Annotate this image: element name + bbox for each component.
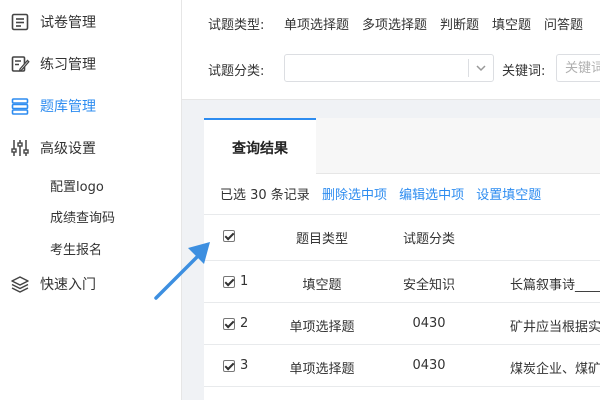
sidebar-item-label: 快速入门 (40, 277, 96, 293)
sliders-icon (11, 140, 29, 156)
sidebar-item-label: 练习管理 (40, 57, 96, 73)
type-option-essay[interactable]: 问答题 (544, 14, 583, 33)
edit-icon (11, 56, 30, 72)
question-category-label: 试题分类: (208, 64, 265, 79)
tab-query-results[interactable]: 查询结果 (204, 118, 316, 175)
database-icon (11, 98, 29, 115)
edit-selected-button[interactable]: 编辑选中项 (399, 188, 464, 203)
sidebar: 试卷管理 练习管理 题库管理 高级设置 配置logo 成绩查询码 考生报名 快速… (0, 0, 182, 400)
table-row-divider (204, 386, 600, 400)
table-row[interactable]: 2 单项选择题 0430 矿井应当根据实 (204, 302, 600, 344)
sidebar-item-label: 试卷管理 (40, 15, 96, 31)
row-index: 3 (240, 358, 249, 373)
row-category: 0430 (412, 358, 446, 373)
row-index: 1 (240, 274, 249, 289)
table-header-row: 题目类型 试题分类 (204, 214, 600, 256)
select-all-checkbox[interactable] (223, 230, 235, 242)
selected-count: 已选 30 条记录 (220, 188, 310, 203)
question-type-label: 试题类型: (208, 18, 265, 33)
row-type: 单项选择题 (289, 320, 355, 335)
sidebar-item-label: 题库管理 (40, 99, 96, 115)
sidebar-item-advanced-settings[interactable]: 高级设置 (0, 128, 182, 168)
sidebar-item-exam-management[interactable]: 试卷管理 (0, 2, 182, 42)
filter-panel: 试题类型: 单项选择题 多项选择题 判断题 填空题 问答题 试题分类: 关键词: (182, 0, 600, 100)
row-checkbox[interactable] (223, 360, 235, 372)
bulk-actions-bar: 已选 30 条记录 删除选中项 编辑选中项 设置填空题 (220, 184, 549, 204)
row-type: 单项选择题 (289, 362, 355, 377)
tab-bar: 查询结果 (204, 118, 600, 175)
layers-icon (11, 276, 29, 293)
row-type: 填空题 (302, 278, 342, 293)
sidebar-item-question-bank[interactable]: 题库管理 (0, 86, 182, 126)
type-option-single-choice[interactable]: 单项选择题 (284, 14, 349, 33)
table-row[interactable]: 1 填空题 安全知识 长篇叙事诗____ (204, 260, 600, 302)
column-header-category: 试题分类 (402, 232, 455, 247)
row-content: 矿井应当根据实 (510, 320, 600, 335)
select-divider (468, 59, 469, 77)
sidebar-subitem-score-query-code[interactable]: 成绩查询码 (50, 207, 115, 226)
sidebar-subitem-logo-config[interactable]: 配置logo (50, 176, 104, 195)
delete-selected-button[interactable]: 删除选中项 (322, 188, 387, 203)
type-option-true-false[interactable]: 判断题 (440, 14, 479, 33)
arrow-annotation-icon (154, 242, 210, 300)
results-card: 查询结果 已选 30 条记录 删除选中项 编辑选中项 设置填空题 题目类型 试题… (204, 118, 600, 400)
set-fill-blank-button[interactable]: 设置填空题 (476, 188, 541, 203)
keyword-label: 关键词: (502, 64, 546, 79)
row-content: 煤炭企业、煤矿 (510, 362, 600, 377)
row-checkbox[interactable] (223, 318, 235, 330)
sidebar-subitem-candidate-registration[interactable]: 考生报名 (50, 239, 102, 258)
row-category: 0430 (412, 316, 446, 331)
sidebar-item-practice-management[interactable]: 练习管理 (0, 44, 182, 84)
chevron-down-icon (476, 65, 486, 72)
sidebar-item-label: 高级设置 (40, 141, 96, 157)
form-icon (11, 13, 29, 31)
type-option-fill-blank[interactable]: 填空题 (492, 14, 531, 33)
row-index: 2 (240, 316, 249, 331)
row-category: 安全知识 (402, 278, 455, 293)
keyword-input[interactable] (556, 54, 600, 82)
column-header-type: 题目类型 (295, 232, 348, 247)
type-option-multiple-choice[interactable]: 多项选择题 (362, 14, 427, 33)
category-select[interactable] (284, 54, 494, 82)
row-content: 长篇叙事诗____ (510, 278, 600, 293)
row-checkbox[interactable] (223, 276, 235, 288)
table-row[interactable]: 3 单项选择题 0430 煤炭企业、煤矿 (204, 344, 600, 386)
